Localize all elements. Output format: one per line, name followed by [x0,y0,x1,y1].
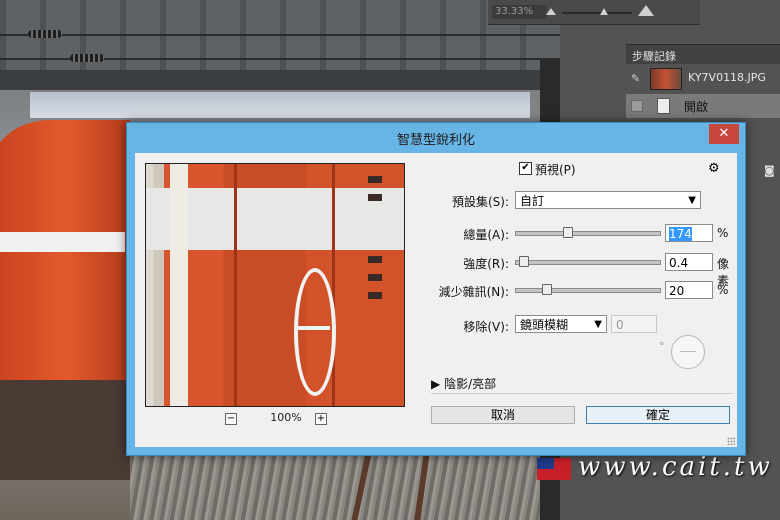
disclosure-triangle-icon: ▶ [431,377,441,391]
zoom-in-mountain-icon[interactable] [638,5,654,16]
history-state-open[interactable]: 開啟 [626,94,780,118]
amount-slider-knob[interactable] [562,227,573,238]
degree-symbol: ° [659,340,665,353]
noise-value: 20 [669,284,685,298]
insulator [70,54,104,62]
noise-label: 減少雜訊(N): [438,285,509,299]
chevron-down-icon: ▼ [688,195,696,206]
remove-select[interactable]: 鏡頭模糊 ▼ [515,315,607,333]
navigator-zoom-slider[interactable] [562,12,632,14]
preview-vent [368,274,382,281]
preview-zoom-controls: − 100% + [225,411,345,427]
ok-button[interactable]: 確定 [586,406,730,424]
cancel-button[interactable]: 取消 [431,406,575,424]
history-brush-icon[interactable]: ✎ [631,72,645,85]
dialog-titlebar[interactable]: 智慧型銳利化 ✕ [127,123,745,151]
dialog-title: 智慧型銳利化 [396,133,475,148]
overhead-wire [0,34,560,36]
locomotive-underframe [0,380,130,480]
amount-label: 總量(A): [463,228,509,242]
preview-railway-logo [294,268,336,396]
radius-slider[interactable] [515,260,661,265]
preview-vent [368,292,382,299]
watermark-text: www.cait.tw [578,452,773,482]
navigator-slider-knob[interactable] [600,8,608,15]
navigator-panel: 33.33% [488,0,700,25]
chevron-down-icon: ▼ [594,319,602,330]
platform-roof [30,92,530,118]
gear-icon[interactable]: ⚙ [708,161,722,176]
preset-select[interactable]: 自訂 ▼ [515,191,701,209]
preview-logo-bar [296,326,330,330]
history-snapshot-row[interactable]: ✎ KY7V0118.JPG [626,64,780,92]
preview-panel-seam [332,164,335,406]
amount-input[interactable]: 174 [665,224,713,242]
radius-slider-knob[interactable] [519,256,530,267]
angle-dial[interactable] [671,335,705,369]
zoom-out-button[interactable]: − [225,413,237,425]
preset-value: 自訂 [520,194,545,208]
camera-icon[interactable]: ◙ [764,164,778,177]
preview-vent [368,256,382,263]
preview-checkbox[interactable]: ✔ [519,162,532,175]
preview-vent [368,176,382,183]
locomotive-stripe [0,232,125,252]
radius-input[interactable]: 0.4 [665,253,713,271]
insulator [28,30,62,38]
radius-value: 0.4 [669,256,689,270]
section-divider [431,393,733,394]
zoom-in-button[interactable]: + [315,413,327,425]
navigator-zoom-field[interactable]: 33.33% [492,5,547,19]
noise-slider-knob[interactable] [542,284,553,295]
snapshot-thumbnail [650,68,682,90]
snapshot-filename: KY7V0118.JPG [688,71,766,84]
preview-pole [170,164,188,406]
amount-value: 174 [669,227,692,241]
noise-input[interactable]: 20 [665,281,713,299]
amount-unit: % [717,226,729,240]
noise-unit: % [717,283,729,297]
zoom-level: 100% [270,411,302,424]
dialog-body: − 100% + ✔ 預視(P) ⚙ 預設集(S): 自訂 ▼ 總量(A): 1… [135,153,737,447]
canopy-beam [0,70,560,90]
zoom-out-mountain-icon[interactable] [546,8,556,15]
noise-slider[interactable] [515,288,661,293]
shadows-highlights-label: 陰影/亮部 [444,377,497,391]
flag-icon [537,458,571,480]
smart-sharpen-dialog: 智慧型銳利化 ✕ − 100% + ✔ 預視(P) ⚙ 預設集(S): 自訂 ▼… [126,122,746,456]
preview-image[interactable] [145,163,405,407]
history-panel-tab[interactable]: 步驟記錄 [626,44,780,65]
history-source-checkbox[interactable] [631,100,643,112]
angle-input[interactable]: 0 [611,315,657,333]
preview-vent [368,194,382,201]
history-state-label: 開啟 [684,100,709,114]
preset-label: 預設集(S): [451,195,509,209]
document-icon [657,98,670,114]
shadows-highlights-expander[interactable]: ▶ 陰影/亮部 [431,375,496,392]
remove-label: 移除(V): [463,320,509,334]
resize-grip-icon[interactable] [727,437,735,445]
amount-slider[interactable] [515,231,661,236]
preview-panel-seam [234,164,237,406]
remove-value: 鏡頭模糊 [520,318,569,332]
history-panel-title: 步驟記錄 [632,50,676,63]
radius-label: 強度(R): [463,257,509,271]
preview-label: 預視(P) [535,163,576,177]
angle-value: 0 [616,318,624,332]
close-button[interactable]: ✕ [709,124,739,144]
